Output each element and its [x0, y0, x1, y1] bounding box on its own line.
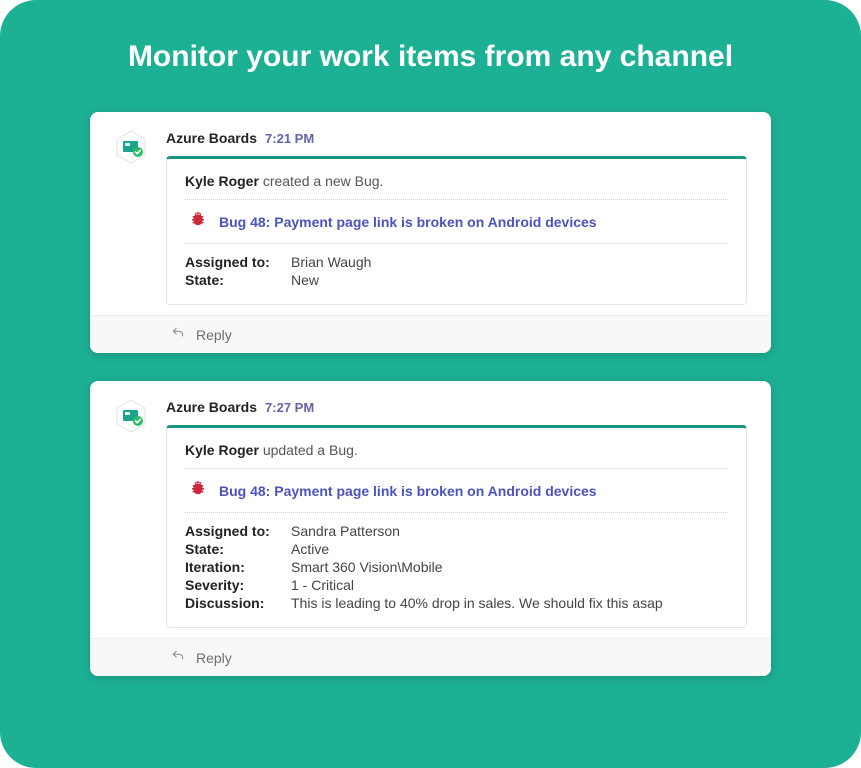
message-card: Azure Boards 7:21 PM Kyle Roger created …: [90, 112, 771, 353]
field-value-state: Active: [291, 541, 728, 557]
divider: [185, 243, 728, 244]
field-value-state: New: [291, 272, 728, 288]
reply-arrow-icon: [170, 649, 186, 666]
bug-icon: [189, 479, 207, 502]
azure-boards-icon: [114, 130, 148, 164]
activity-line: Kyle Roger created a new Bug.: [185, 173, 728, 189]
reply-button[interactable]: Reply: [90, 638, 771, 676]
fields-grid: Assigned to: Sandra Patterson State: Act…: [185, 523, 728, 611]
field-label-assigned: Assigned to:: [185, 254, 291, 270]
field-value-assigned: Brian Waugh: [291, 254, 728, 270]
field-label-assigned: Assigned to:: [185, 523, 291, 539]
bug-link[interactable]: Bug 48: Payment page link is broken on A…: [219, 483, 597, 499]
field-value-assigned: Sandra Patterson: [291, 523, 728, 539]
field-label-discussion: Discussion:: [185, 595, 291, 611]
actor-name: Kyle Roger: [185, 173, 259, 189]
field-value-discussion: This is leading to 40% drop in sales. We…: [291, 595, 728, 611]
divider: [185, 512, 728, 513]
app-avatar: [114, 130, 148, 164]
promo-frame: Monitor your work items from any channel…: [0, 0, 861, 768]
actor-name: Kyle Roger: [185, 442, 259, 458]
field-label-severity: Severity:: [185, 577, 291, 593]
app-avatar: [114, 399, 148, 433]
field-label-iteration: Iteration:: [185, 559, 291, 575]
activity-line: Kyle Roger updated a Bug.: [185, 442, 728, 458]
field-value-iteration: Smart 360 Vision\Mobile: [291, 559, 728, 575]
field-label-state: State:: [185, 272, 291, 288]
app-name: Azure Boards: [166, 130, 257, 146]
action-text: updated a Bug.: [263, 442, 358, 458]
reply-button[interactable]: Reply: [90, 315, 771, 353]
reply-label: Reply: [196, 650, 232, 666]
field-value-severity: 1 - Critical: [291, 577, 728, 593]
notification-panel: Kyle Roger created a new Bug. Bug 48: Pa…: [166, 156, 747, 305]
message-timestamp: 7:21 PM: [265, 131, 314, 146]
reply-label: Reply: [196, 327, 232, 343]
reply-arrow-icon: [170, 326, 186, 343]
fields-grid: Assigned to: Brian Waugh State: New: [185, 254, 728, 288]
message-card: Azure Boards 7:27 PM Kyle Roger updated …: [90, 381, 771, 676]
action-text: created a new Bug.: [263, 173, 384, 189]
azure-boards-icon: [114, 399, 148, 433]
bug-link[interactable]: Bug 48: Payment page link is broken on A…: [219, 214, 597, 230]
message-timestamp: 7:27 PM: [265, 400, 314, 415]
page-title: Monitor your work items from any channel: [90, 40, 771, 74]
app-name: Azure Boards: [166, 399, 257, 415]
bug-icon: [189, 210, 207, 233]
notification-panel: Kyle Roger updated a Bug. Bug 48: Paymen…: [166, 425, 747, 628]
divider: [185, 468, 728, 469]
divider: [185, 199, 728, 200]
field-label-state: State:: [185, 541, 291, 557]
